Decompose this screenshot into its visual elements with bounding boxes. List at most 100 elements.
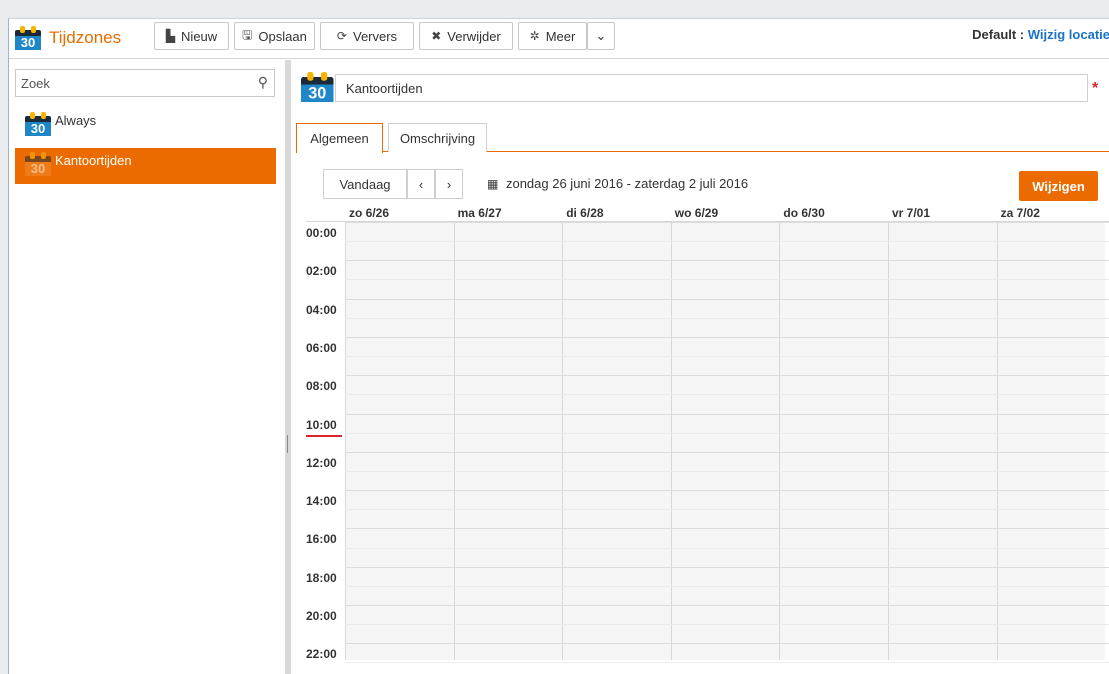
time-label: 14:00 bbox=[306, 494, 337, 509]
hour-line bbox=[345, 566, 1109, 568]
hour-line bbox=[345, 643, 1109, 645]
tab-bar: Algemeen Omschrijving bbox=[296, 123, 1109, 153]
day-header: ma 6/27 bbox=[457, 206, 502, 220]
list-item-always[interactable]: 30 Always bbox=[15, 108, 276, 144]
half-hour-line bbox=[345, 394, 1109, 396]
time-label: 00:00 bbox=[306, 226, 337, 240]
time-label: 08:00 bbox=[306, 379, 337, 394]
day-header: di 6/28 bbox=[566, 206, 604, 220]
calendar-small-icon: ▦ bbox=[487, 177, 499, 191]
delete-button[interactable]: ✖ Verwijder bbox=[419, 22, 513, 50]
list-item-label: Kantoortijden bbox=[55, 153, 132, 168]
list-item-kantoortijden[interactable]: 30 Kantoortijden bbox=[15, 148, 276, 184]
new-button-label: Nieuw bbox=[181, 28, 218, 44]
hour-line bbox=[345, 260, 1109, 262]
time-label: 18:00 bbox=[306, 570, 337, 585]
time-label: 12:00 bbox=[306, 455, 337, 470]
time-label: 10:00 bbox=[306, 417, 337, 432]
time-label: 16:00 bbox=[306, 532, 337, 547]
refresh-button[interactable]: ⟳ Ververs bbox=[320, 22, 414, 50]
chevron-left-icon: ‹ bbox=[418, 176, 424, 192]
hour-line bbox=[345, 528, 1109, 530]
today-label: Vandaag bbox=[339, 176, 391, 192]
more-button[interactable]: ✲ Meer bbox=[518, 22, 587, 50]
day-column[interactable] bbox=[345, 222, 454, 660]
hour-line bbox=[345, 451, 1109, 453]
date-range-label: zondag 26 juni 2016 - zaterdag 2 juli 20… bbox=[505, 176, 749, 191]
time-label: 04:00 bbox=[306, 302, 337, 317]
day-column[interactable] bbox=[670, 222, 780, 660]
app-brand: 30 Tijdzones bbox=[15, 22, 121, 54]
tab-label: Algemeen bbox=[310, 131, 369, 146]
name-field[interactable]: Kantoortijden bbox=[335, 74, 1088, 102]
day-header: vr 7/01 bbox=[892, 206, 931, 220]
day-column[interactable] bbox=[996, 222, 1106, 660]
half-hour-line bbox=[345, 470, 1109, 472]
new-button[interactable]: ▙ Nieuw bbox=[154, 22, 229, 50]
splitter-grip bbox=[287, 435, 288, 453]
calendar-icon: 30 bbox=[25, 112, 51, 136]
half-hour-line bbox=[345, 432, 1109, 434]
date-range: ▦ zondag 26 juni 2016 - zaterdag 2 juli … bbox=[487, 176, 748, 191]
calendar-icon: 30 bbox=[301, 72, 334, 102]
sidebar: Zoek ⚲ 30 Always 30 Kantoortijden bbox=[9, 60, 285, 674]
delete-button-label: Verwijder bbox=[447, 28, 501, 44]
refresh-button-label: Ververs bbox=[352, 28, 398, 44]
half-hour-line bbox=[345, 547, 1109, 549]
change-location-link[interactable]: Wijzig locatie bbox=[1028, 27, 1109, 42]
search-placeholder: Zoek bbox=[21, 75, 50, 91]
location-area: Default : Wijzig locatie bbox=[972, 27, 1109, 42]
app-title: Tijdzones bbox=[49, 28, 122, 47]
floppy-icon: 🖫 bbox=[242, 27, 253, 42]
more-dropdown-toggle[interactable]: ⌄ bbox=[587, 22, 615, 50]
gear-icon: ✲ bbox=[529, 29, 540, 43]
day-column[interactable] bbox=[779, 222, 888, 660]
day-column[interactable] bbox=[562, 222, 671, 660]
record-icon-wrap: 30 bbox=[301, 72, 334, 102]
time-label: 20:00 bbox=[306, 609, 337, 623]
day-header: wo 6/29 bbox=[674, 206, 719, 220]
save-button-label: Opslaan bbox=[258, 28, 307, 44]
app-window: 30 Tijdzones ▙ Nieuw 🖫 Opslaan ⟳ Ververs… bbox=[8, 18, 1109, 674]
day-header: za 7/02 bbox=[1000, 206, 1040, 220]
half-hour-line bbox=[345, 279, 1109, 281]
list-item-label: Always bbox=[55, 113, 97, 128]
search-input[interactable]: Zoek ⚲ bbox=[15, 69, 275, 97]
half-hour-line bbox=[345, 241, 1109, 243]
more-button-label: Meer bbox=[545, 28, 576, 44]
day-column[interactable] bbox=[453, 222, 563, 660]
half-hour-line bbox=[345, 509, 1109, 511]
detail-panel: 30 Kantoortijden * Algemeen Omschrijving… bbox=[291, 60, 1109, 674]
edit-schedule-button[interactable]: Wijzigen bbox=[1019, 171, 1098, 201]
tab-omschrijving[interactable]: Omschrijving bbox=[388, 123, 487, 152]
day-header: do 6/30 bbox=[783, 206, 825, 220]
calendar-icon: 30 bbox=[15, 26, 41, 50]
close-icon: ✖ bbox=[431, 29, 442, 43]
edit-schedule-label: Wijzigen bbox=[1032, 178, 1085, 194]
hour-line bbox=[345, 490, 1109, 492]
search-icon[interactable]: ⚲ bbox=[258, 74, 268, 91]
half-hour-line bbox=[345, 624, 1109, 626]
next-week-button[interactable]: › bbox=[435, 169, 463, 199]
hour-line bbox=[345, 375, 1109, 377]
half-hour-line bbox=[345, 317, 1109, 319]
day-column[interactable] bbox=[888, 222, 997, 660]
half-hour-line bbox=[345, 585, 1109, 587]
time-label: 22:00 bbox=[306, 647, 337, 662]
chevron-right-icon: › bbox=[446, 176, 452, 192]
hour-line bbox=[345, 222, 1109, 223]
refresh-icon: ⟳ bbox=[336, 29, 347, 43]
tab-algemeen[interactable]: Algemeen bbox=[296, 123, 383, 153]
half-hour-line bbox=[345, 356, 1109, 358]
current-time-indicator bbox=[306, 434, 342, 437]
prev-week-button[interactable]: ‹ bbox=[407, 169, 435, 199]
tab-label: Omschrijving bbox=[399, 130, 476, 146]
location-prefix: Default : bbox=[972, 27, 1025, 42]
name-field-value: Kantoortijden bbox=[346, 80, 423, 96]
today-button[interactable]: Vandaag bbox=[323, 169, 407, 199]
save-button[interactable]: 🖫 Opslaan bbox=[234, 22, 315, 50]
calendar-icon: 30 bbox=[25, 152, 51, 176]
hour-line bbox=[345, 605, 1109, 606]
day-header: zo 6/26 bbox=[349, 206, 390, 220]
top-toolbar: 30 Tijdzones ▙ Nieuw 🖫 Opslaan ⟳ Ververs… bbox=[9, 19, 1109, 59]
